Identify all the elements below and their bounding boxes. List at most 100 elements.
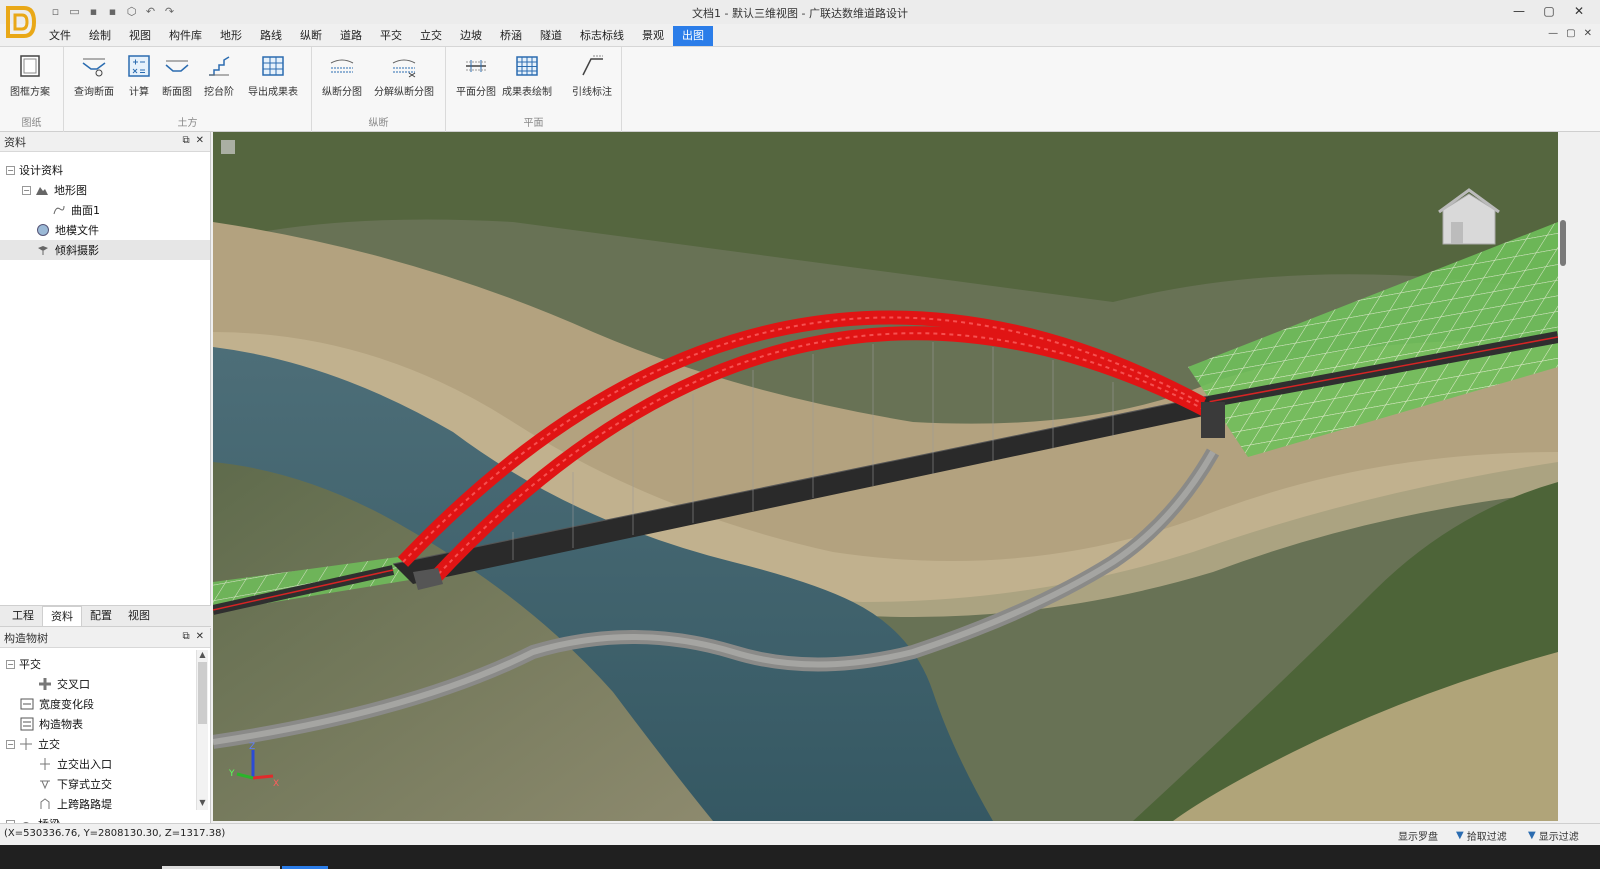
data-panel-header: 资料 ⧉ ✕ xyxy=(0,132,210,152)
explode-profile-split-button[interactable]: 分解纵断分图 xyxy=(374,53,434,98)
close-button[interactable]: ✕ xyxy=(1566,2,1592,20)
tree-item-underpass[interactable]: 下穿式立交 xyxy=(0,774,210,794)
tree-item-oblique-photography[interactable]: 倾斜摄影 xyxy=(0,240,210,260)
collapse-toggle[interactable]: − xyxy=(6,739,15,749)
tab-project[interactable]: 工程 xyxy=(4,606,42,626)
globe-icon xyxy=(36,223,50,237)
menu-bar: 文件 绘制 视图 构件库 地形 路线 纵断 道路 平交 立交 边坡 桥涵 隧道 … xyxy=(40,26,713,46)
title-bar: ▫ ▭ ▪ ▪ ⬡ ↶ ↷ 文档1 - 默认三维视图 - 广联达数维道路设计 —… xyxy=(0,0,1600,24)
tree-item-intersection[interactable]: 交叉口 xyxy=(0,674,210,694)
app-window: ▫ ▭ ▪ ▪ ⬡ ↶ ↷ 文档1 - 默认三维视图 - 广联达数维道路设计 —… xyxy=(0,0,1600,869)
calculate-button[interactable]: 计算 xyxy=(126,53,152,98)
doc-close-button[interactable]: ✕ xyxy=(1584,28,1592,39)
display-filter-button[interactable]: ▼ 显示过滤 xyxy=(1528,828,1579,843)
doc-restore-button[interactable]: ▢ xyxy=(1566,28,1575,39)
menu-draw[interactable]: 绘制 xyxy=(80,26,120,46)
camera-icon xyxy=(36,243,50,257)
y-axis-label: Y xyxy=(229,769,235,779)
plan-split-button[interactable]: 平面分图 xyxy=(456,53,496,98)
close-icon[interactable]: ✕ xyxy=(196,135,204,146)
tree-item-interchange[interactable]: − 立交 xyxy=(0,734,210,754)
ribbon-group-earthwork: 查询断面 计算 断面图 挖台阶 导出成果表 土方 xyxy=(64,47,312,133)
maximize-button[interactable]: ▢ xyxy=(1536,2,1562,20)
z-axis-label: Z xyxy=(249,742,255,752)
tree-item-at-grade[interactable]: − 平交 xyxy=(0,654,210,674)
tab-view[interactable]: 视图 xyxy=(120,606,158,626)
tree-item-surface1[interactable]: 曲面1 xyxy=(0,200,210,220)
ribbon-toolbar: 图框方案 图纸 查询断面 计算 断面图 挖台阶 导出成果表 土方 纵断分图 分解… xyxy=(0,46,1600,133)
section-drawing-button[interactable]: 断面图 xyxy=(162,53,192,98)
menu-interchange[interactable]: 立交 xyxy=(411,26,451,46)
menu-bridge-culvert[interactable]: 桥涵 xyxy=(491,26,531,46)
minimize-button[interactable]: — xyxy=(1506,2,1532,20)
ramp-icon xyxy=(38,757,52,771)
menu-file[interactable]: 文件 xyxy=(40,26,80,46)
filter-icon: ▼ xyxy=(1528,830,1536,841)
y-axis-line xyxy=(236,772,254,780)
embankment-icon xyxy=(38,797,52,811)
menu-route[interactable]: 路线 xyxy=(251,26,291,46)
tree-item-width-transition[interactable]: 宽度变化段 xyxy=(0,694,210,714)
width-change-icon xyxy=(20,697,34,711)
viewport-scrollbar[interactable] xyxy=(1558,132,1570,821)
window-title: 文档1 - 默认三维视图 - 广联达数维道路设计 xyxy=(692,7,908,20)
profile-split-button[interactable]: 纵断分图 xyxy=(322,53,362,98)
pick-filter-button[interactable]: ▼ 拾取过滤 xyxy=(1456,828,1507,843)
tree-item-terrain-model-file[interactable]: 地模文件 xyxy=(0,220,210,240)
table-icon xyxy=(262,56,284,76)
menu-slope[interactable]: 边坡 xyxy=(451,26,491,46)
doc-minimize-button[interactable]: — xyxy=(1548,28,1558,39)
viewport-scroll-thumb[interactable] xyxy=(1560,220,1566,266)
collapse-toggle[interactable]: − xyxy=(6,165,15,175)
coordinate-readout: (X=530336.76, Y=2808130.30, Z=1317.38) xyxy=(4,828,226,839)
tab-data[interactable]: 资料 xyxy=(42,606,82,626)
document-window-controls: — ▢ ✕ xyxy=(1548,28,1592,39)
menu-landscape[interactable]: 景观 xyxy=(633,26,673,46)
menu-component-library[interactable]: 构件库 xyxy=(160,26,211,46)
show-compass-button[interactable]: 显示罗盘 xyxy=(1398,828,1438,843)
collapse-toggle[interactable]: − xyxy=(6,659,15,669)
filter-icon: ▼ xyxy=(1456,830,1464,841)
tree-item-design-data[interactable]: − 设计资料 xyxy=(0,160,210,180)
menu-road[interactable]: 道路 xyxy=(331,26,371,46)
menu-tunnel[interactable]: 隧道 xyxy=(531,26,571,46)
results-table-draw-button[interactable]: 成果表绘制 xyxy=(502,53,552,98)
leader-icon xyxy=(582,55,603,76)
tree-item-topographic-map[interactable]: − 地形图 xyxy=(0,180,210,200)
status-bar: (X=530336.76, Y=2808130.30, Z=1317.38) 显… xyxy=(0,823,1600,845)
tree-item-bridge[interactable]: − 桥梁 xyxy=(0,814,210,823)
data-panel: 资料 ⧉ ✕ − 设计资料 − 地形图 曲面1 地模文件 倾斜摄影 xyxy=(0,132,211,605)
3d-viewport[interactable]: Z X Y xyxy=(213,132,1558,821)
ribbon-group-drawing: 图框方案 图纸 xyxy=(0,47,64,133)
leader-annotation-button[interactable]: 引线标注 xyxy=(572,53,612,98)
menu-at-grade-intersection[interactable]: 平交 xyxy=(371,26,411,46)
query-section-button[interactable]: 查询断面 xyxy=(74,53,114,98)
pin-icon[interactable]: ⧉ xyxy=(182,631,189,642)
menu-profile[interactable]: 纵断 xyxy=(291,26,331,46)
scene-render xyxy=(213,132,1558,821)
scroll-thumb[interactable] xyxy=(198,662,207,724)
tab-config[interactable]: 配置 xyxy=(82,606,120,626)
pin-icon[interactable]: ⧉ xyxy=(182,135,189,146)
menu-terrain[interactable]: 地形 xyxy=(211,26,251,46)
panel-tabs: 工程 资料 配置 视图 xyxy=(0,605,211,627)
bench-cut-button[interactable]: 挖台阶 xyxy=(204,53,234,98)
scroll-up-icon[interactable]: ▲ xyxy=(197,650,208,662)
close-icon[interactable]: ✕ xyxy=(196,631,204,642)
surface-icon xyxy=(52,203,66,217)
structures-scrollbar[interactable]: ▲ ▼ xyxy=(196,650,208,810)
menu-view[interactable]: 视图 xyxy=(120,26,160,46)
collapse-toggle[interactable]: − xyxy=(22,185,31,195)
tree-item-ramp[interactable]: 立交出入口 xyxy=(0,754,210,774)
terrain-icon xyxy=(35,183,49,197)
export-results-table-button[interactable]: 导出成果表 xyxy=(248,53,298,98)
tree-item-structure-table[interactable]: 构造物表 xyxy=(0,714,210,734)
calculator-icon xyxy=(128,55,150,77)
scroll-down-icon[interactable]: ▼ xyxy=(197,798,208,810)
tree-item-overpass-embankment[interactable]: 上跨路路堤 xyxy=(0,794,210,814)
structures-panel: 构造物树 ⧉ ✕ − 平交 交叉口 宽度变化段 构造物表 − 立交 立交出入口 … xyxy=(0,628,211,823)
profile-split-icon xyxy=(330,59,354,73)
menu-output[interactable]: 出图 xyxy=(673,26,713,46)
frame-scheme-button[interactable]: 图框方案 xyxy=(10,53,50,98)
menu-signs-markings[interactable]: 标志标线 xyxy=(571,26,633,46)
